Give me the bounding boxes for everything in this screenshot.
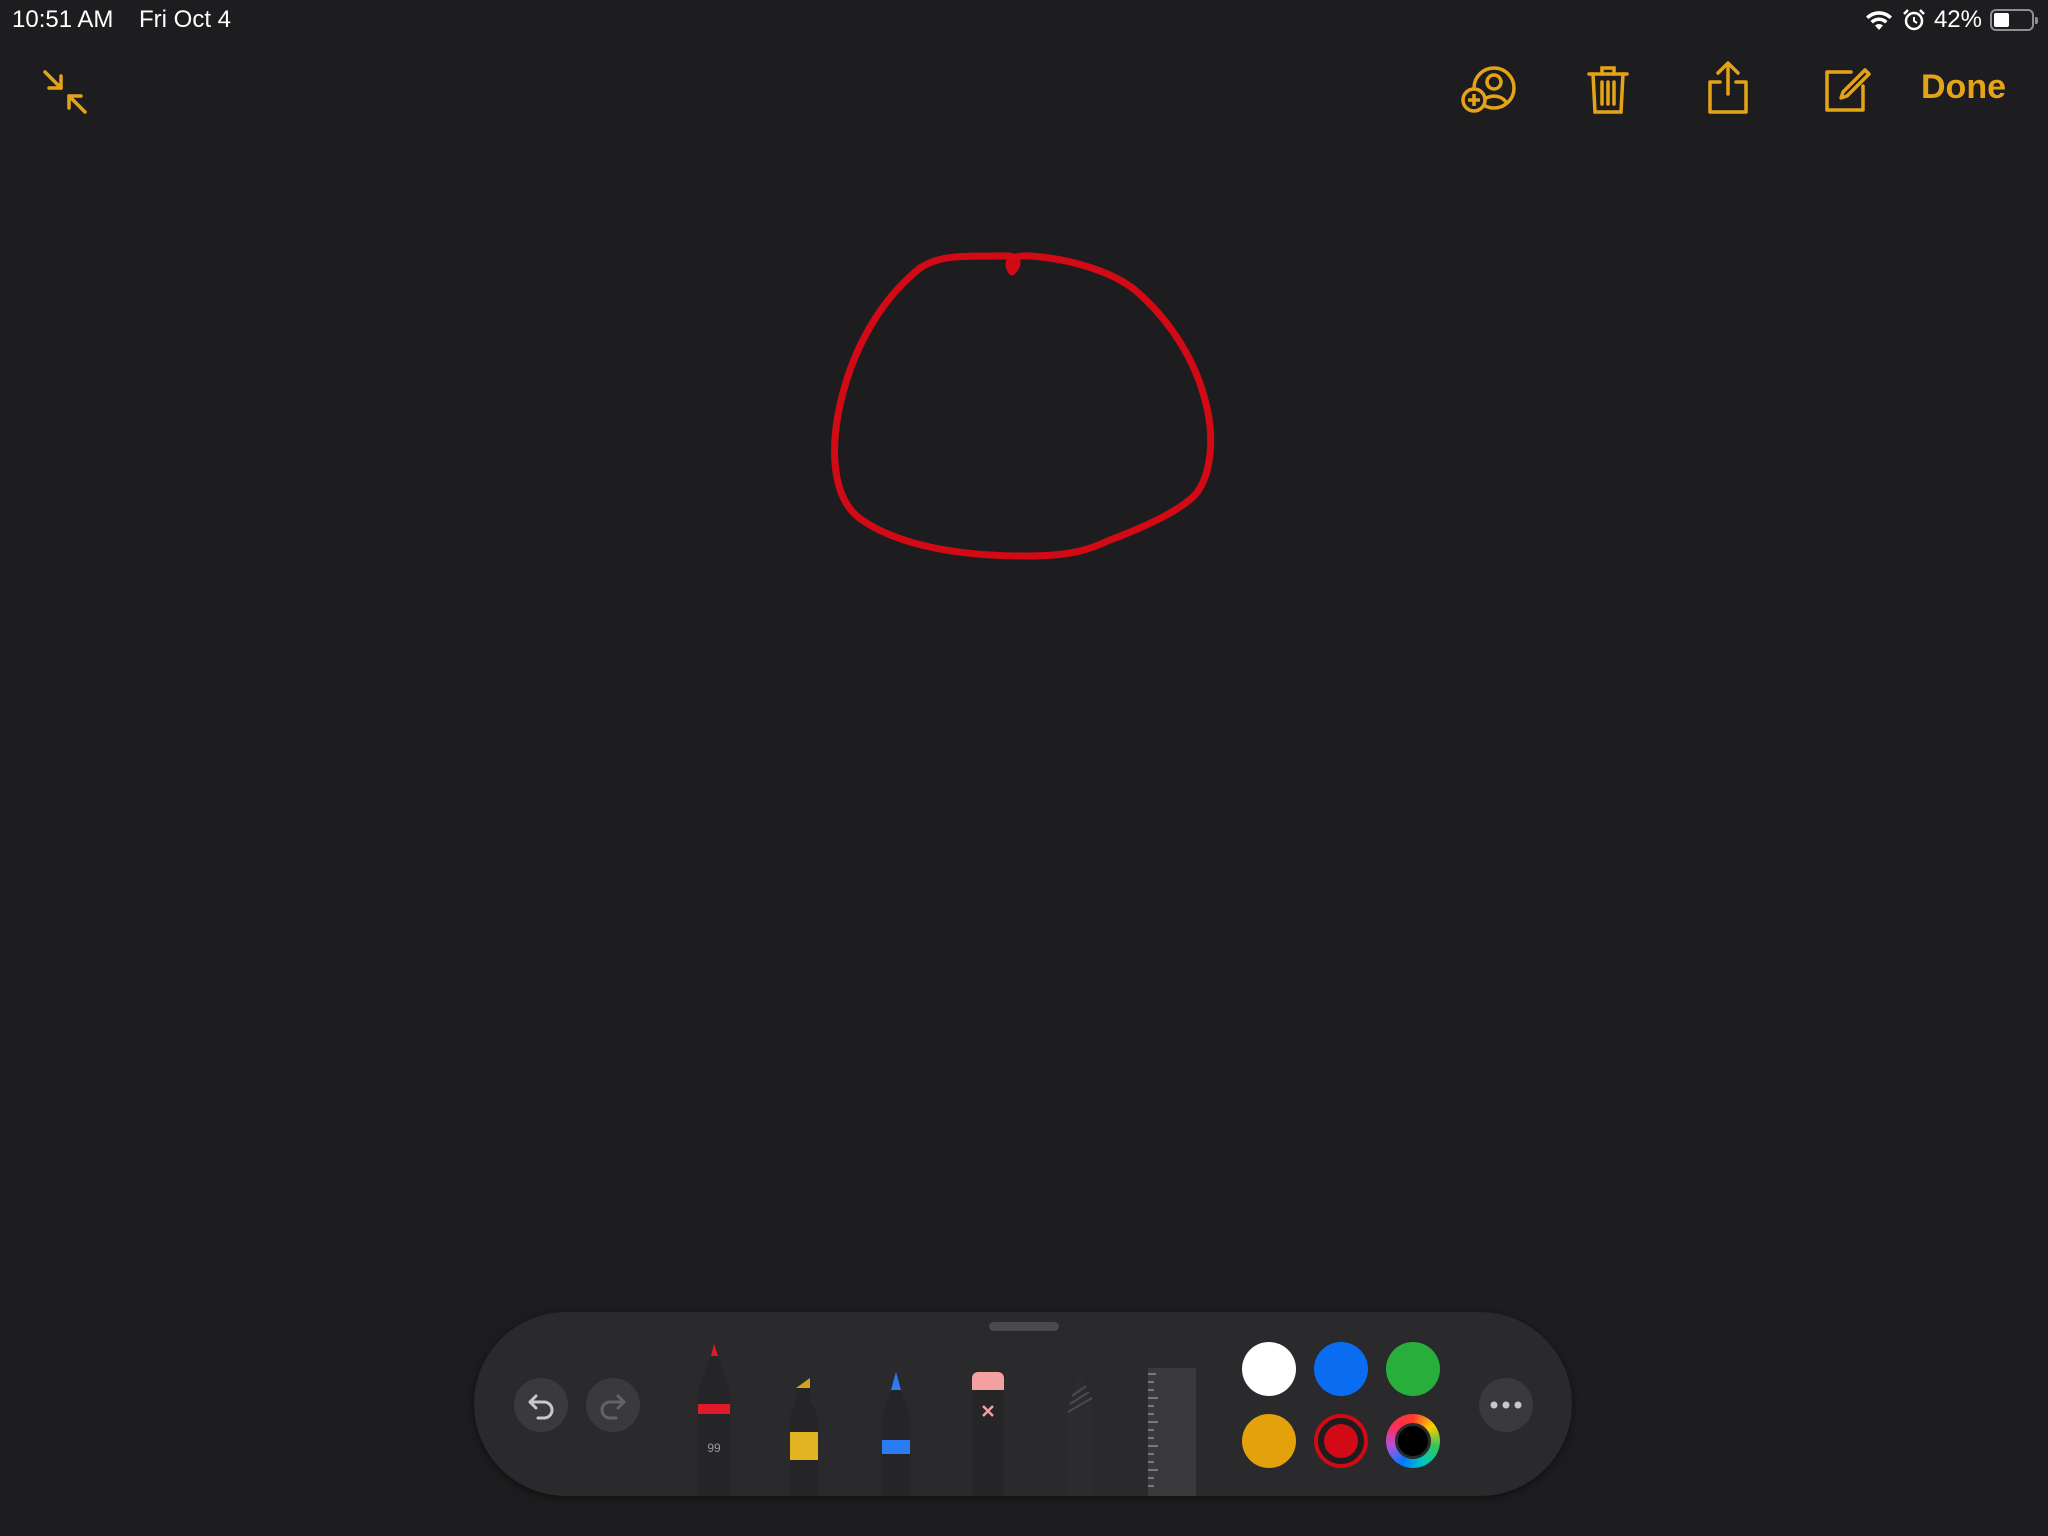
notes-drawing-screen: 10:51 AM Fri Oct 4 42% Done 99 — [0, 0, 2048, 1536]
share-icon — [1708, 61, 1748, 114]
color-picker-button[interactable] — [1386, 1414, 1440, 1468]
color-picker-center — [1395, 1423, 1431, 1459]
undo-icon — [528, 1394, 554, 1420]
pencil-tool[interactable] — [1056, 1368, 1104, 1524]
color-swatch-white[interactable] — [1242, 1342, 1296, 1396]
battery-cap — [2035, 17, 2038, 24]
collapse-icon — [43, 70, 87, 114]
tool-palette: 99 — [474, 1312, 1572, 1496]
ruler-icon — [1148, 1368, 1196, 1496]
color-swatch-red-selected[interactable] — [1314, 1414, 1368, 1468]
collapse-button[interactable] — [33, 60, 97, 124]
pencil-icon — [1066, 1372, 1094, 1496]
marker-tool[interactable] — [780, 1372, 828, 1528]
color-swatch-blue[interactable] — [1314, 1342, 1368, 1396]
add-collaborator-button[interactable] — [1459, 58, 1523, 122]
status-date: Fri Oct 4 — [139, 6, 232, 33]
pen-tool[interactable]: 99 — [690, 1340, 738, 1496]
battery-percent: 42% — [1933, 6, 1982, 33]
eraser-icon — [972, 1372, 1004, 1496]
status-time: 10:51 AM — [12, 6, 114, 33]
status-indicators: 42% — [1864, 6, 2038, 34]
undo-button[interactable] — [514, 1378, 568, 1432]
palette-grabber[interactable] — [989, 1322, 1059, 1331]
battery-icon — [1990, 9, 2038, 31]
battery-fill — [1994, 13, 2009, 27]
color-swatch-yellow[interactable] — [1242, 1414, 1296, 1468]
wifi-icon — [1865, 11, 1892, 30]
fineliner-icon — [882, 1372, 910, 1496]
compose-button[interactable] — [1815, 58, 1879, 122]
done-button[interactable]: Done — [1921, 68, 2006, 107]
pen-icon: 99 — [698, 1344, 730, 1496]
alarm-icon — [1903, 9, 1925, 31]
more-button[interactable] — [1479, 1378, 1533, 1432]
eraser-tool[interactable] — [964, 1370, 1012, 1526]
drawing-canvas[interactable] — [0, 120, 2048, 1300]
trash-icon — [1587, 66, 1629, 114]
more-icon — [1490, 1401, 1522, 1409]
redo-icon — [600, 1394, 626, 1420]
share-button[interactable] — [1696, 56, 1760, 120]
delete-button[interactable] — [1576, 58, 1640, 122]
marker-icon — [790, 1378, 818, 1496]
pen-size-label: 99 — [707, 1441, 721, 1455]
color-swatch-green[interactable] — [1386, 1342, 1440, 1396]
compose-icon — [1825, 68, 1871, 112]
drawn-circle-stroke — [831, 252, 1215, 560]
redo-button[interactable] — [586, 1378, 640, 1432]
ruler-tool[interactable] — [1140, 1368, 1200, 1524]
add-collaborator-icon — [1461, 66, 1516, 113]
status-bar: 10:51 AM Fri Oct 4 42% — [0, 0, 2048, 40]
selected-color-dot — [1324, 1424, 1358, 1458]
fineliner-tool[interactable] — [872, 1368, 920, 1524]
